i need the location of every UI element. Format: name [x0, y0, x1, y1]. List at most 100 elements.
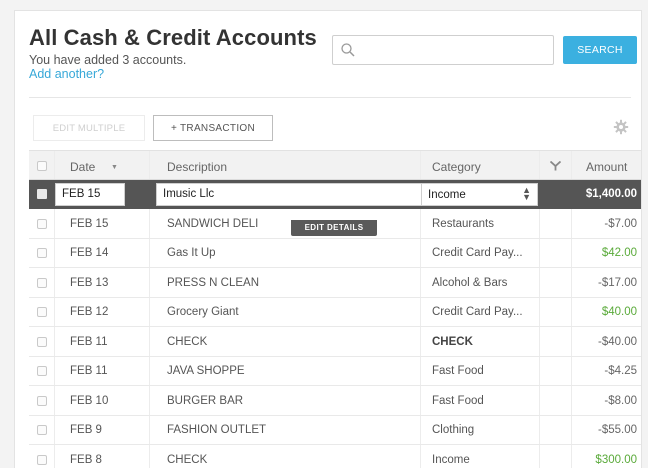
amount-column-header[interactable]: Amount — [572, 151, 641, 179]
category-cell: CHECK — [421, 327, 540, 356]
description-edit-input[interactable] — [156, 182, 422, 206]
description-value: CHECK — [167, 335, 208, 348]
date-value: FEB 14 — [70, 247, 109, 259]
category-cell: Credit Card Pay... — [421, 297, 540, 326]
amount-cell: $1,400.00 — [572, 180, 641, 210]
add-account-link[interactable]: Add another? — [29, 67, 104, 81]
gear-icon[interactable] — [613, 119, 629, 135]
amount-value: $1,400.00 — [585, 188, 637, 200]
description-cell: CHECK — [150, 327, 421, 356]
row-checkbox[interactable] — [37, 366, 47, 376]
date-cell: FEB 15 — [55, 209, 150, 238]
date-column-header[interactable]: Date ▼ — [55, 151, 150, 179]
filter-cell — [540, 238, 572, 267]
table-row[interactable]: FEB 12 Grocery Giant Credit Card Pay... $40… — [29, 297, 641, 327]
row-checkbox-cell — [29, 445, 55, 468]
row-checkbox[interactable] — [37, 454, 47, 465]
row-checkbox[interactable] — [37, 248, 47, 258]
add-transaction-button[interactable]: + TRANSACTION — [153, 115, 273, 141]
row-checkbox[interactable] — [37, 189, 47, 199]
amount-cell: -$7.00 — [572, 209, 641, 238]
description-cell: PRESS N CLEAN — [150, 268, 421, 297]
date-edit-input[interactable] — [55, 182, 125, 206]
table-row[interactable]: FEB 8 CHECK Income $300.00 — [29, 445, 641, 468]
table-header: Date ▼ Description Category Amount — [29, 150, 641, 180]
date-value: FEB 11 — [70, 365, 108, 377]
category-cell: Fast Food — [421, 356, 540, 385]
filter-cell — [540, 297, 572, 326]
row-checkbox[interactable] — [37, 218, 47, 229]
search-icon — [341, 43, 355, 57]
table-row[interactable]: FEB 11 CHECK CHECK -$40.00 — [29, 327, 641, 357]
select-all-checkbox[interactable] — [37, 160, 47, 171]
row-checkbox-cell — [29, 297, 55, 326]
category-column-header[interactable]: Category — [421, 151, 540, 179]
date-cell: FEB 14 — [55, 238, 150, 267]
date-cell: FEB 11 — [55, 327, 150, 356]
category-value: Fast Food — [432, 394, 484, 407]
date-value: FEB 11 — [70, 335, 108, 348]
description-column-header[interactable]: Description — [150, 151, 421, 179]
edit-multiple-button[interactable]: EDIT MULTIPLE — [33, 115, 145, 141]
row-checkbox-cell — [29, 179, 55, 209]
category-value: Credit Card Pay... — [432, 306, 523, 318]
selected-transaction-row[interactable]: Income ▲▼ $1,400.00 — [29, 179, 641, 210]
filter-column-header[interactable] — [540, 151, 572, 179]
select-all-cell — [29, 151, 55, 179]
amount-cell: $40.00 — [572, 298, 641, 327]
amount-cell: -$8.00 — [572, 386, 641, 415]
date-cell: FEB 9 — [55, 415, 150, 444]
category-cell: Clothing — [421, 415, 540, 444]
search-button[interactable]: SEARCH — [563, 36, 637, 64]
sort-caret-icon: ▼ — [111, 164, 118, 171]
description-cell: FASHION OUTLET — [150, 415, 421, 444]
description-cell: CHECK — [150, 445, 421, 468]
date-cell: FEB 13 — [55, 268, 150, 297]
filter-cell — [540, 179, 572, 209]
transaction-rows: FEB 15 SANDWICH DELI Restaurants -$7.00 FEB … — [29, 209, 641, 468]
row-checkbox[interactable] — [37, 336, 47, 347]
category-select-value: Income — [428, 188, 466, 201]
description-value: FASHION OUTLET — [167, 424, 267, 436]
table-row[interactable]: FEB 10 BURGER BAR Fast Food -$8.00 — [29, 386, 641, 416]
edit-details-button[interactable]: EDIT DETAILS — [291, 220, 377, 236]
filter-cell — [540, 327, 572, 356]
table-row[interactable]: FEB 13 PRESS N CLEAN Alcohol & Bars -$17.00 — [29, 268, 641, 298]
description-cell: JAVA SHOPPE — [150, 356, 421, 385]
row-checkbox[interactable] — [37, 307, 47, 317]
amount-cell: -$17.00 — [572, 268, 641, 297]
row-checkbox[interactable] — [37, 425, 47, 435]
row-checkbox[interactable] — [37, 395, 47, 406]
row-checkbox[interactable] — [37, 277, 47, 288]
row-checkbox-cell — [29, 209, 55, 238]
category-cell: Alcohol & Bars — [421, 268, 540, 297]
category-value: CHECK — [432, 335, 473, 348]
table-row[interactable]: FEB 14 Gas It Up Credit Card Pay... $42.00 — [29, 238, 641, 268]
date-value: FEB 13 — [70, 276, 109, 289]
description-cell — [150, 179, 422, 209]
date-value: FEB 10 — [70, 394, 109, 407]
table-row[interactable]: FEB 9 FASHION OUTLET Clothing -$55.00 — [29, 415, 641, 445]
category-value: Clothing — [432, 424, 475, 436]
description-cell: Gas It Up — [150, 238, 421, 267]
amount-value: -$8.00 — [604, 394, 637, 407]
accounts-panel: All Cash & Credit Accounts You have adde… — [14, 10, 642, 468]
filter-cell — [540, 268, 572, 297]
category-cell: Fast Food — [421, 386, 540, 415]
date-value: FEB 9 — [70, 424, 102, 436]
category-select[interactable]: Income ▲ ▼ — [421, 182, 538, 206]
row-checkbox-cell — [29, 415, 55, 444]
search-input[interactable] — [361, 40, 549, 60]
category-cell: Income ▲ ▼ — [421, 179, 540, 209]
date-cell — [55, 179, 150, 209]
row-checkbox-cell — [29, 327, 55, 356]
category-cell: Income — [421, 445, 540, 468]
description-cell: BURGER BAR — [150, 386, 421, 415]
page-title: All Cash & Credit Accounts — [29, 25, 317, 50]
description-value: Gas It Up — [167, 247, 216, 259]
app-background: All Cash & Credit Accounts You have adde… — [0, 0, 648, 468]
filter-cell — [540, 356, 572, 385]
description-cell: Grocery Giant — [150, 297, 421, 326]
table-row[interactable]: FEB 11 JAVA SHOPPE Fast Food -$4.25 — [29, 356, 641, 386]
header-divider — [29, 97, 631, 98]
